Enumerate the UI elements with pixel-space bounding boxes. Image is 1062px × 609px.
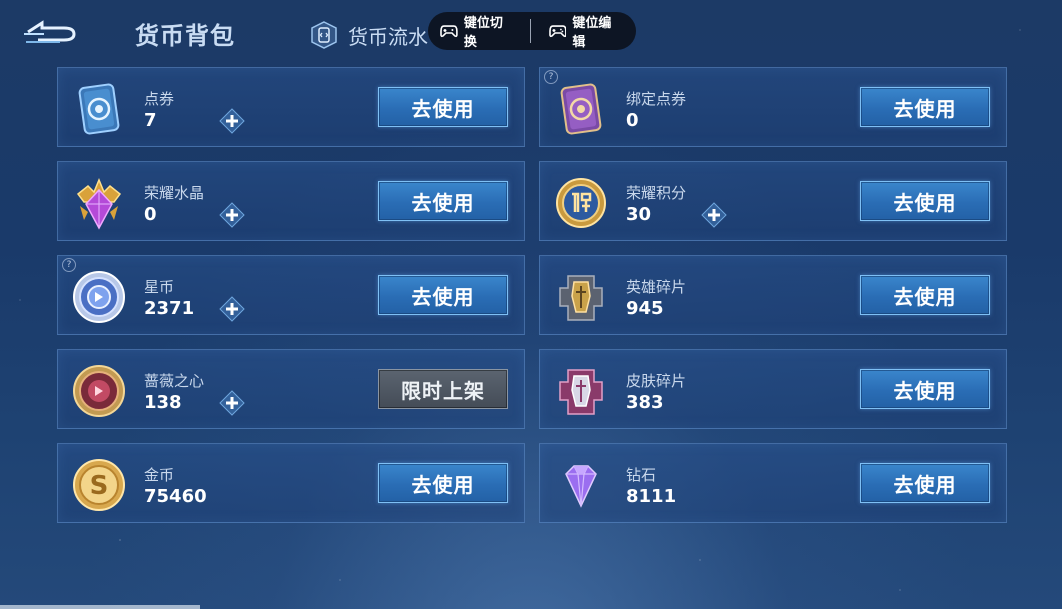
currency-amount: 8111 (626, 486, 677, 507)
add-star-coin-button[interactable] (218, 295, 246, 323)
use-glory-points-button[interactable]: 去使用 (860, 181, 990, 221)
skin-fragment-icon (550, 360, 612, 422)
plus-icon (219, 108, 245, 134)
use-diamond-button[interactable]: 去使用 (860, 463, 990, 503)
key-switch-label: 键位切换 (463, 16, 503, 50)
currency-name: 蔷薇之心 (144, 372, 205, 390)
use-skin-fragment-button[interactable]: 去使用 (860, 369, 990, 409)
currency-name: 星币 (144, 278, 175, 296)
currency-name: 荣耀水晶 (144, 184, 205, 202)
currency-card-rose-heart: 蔷薇之心 138 限时上架 (57, 349, 525, 429)
key-edit-label: 键位编辑 (572, 16, 612, 50)
currency-card-star-coin: ? 星币 2371 去使用 (57, 255, 525, 335)
key-mapping-overlay: 键位切换 键位编辑 (428, 12, 636, 50)
use-bound-coupon-button[interactable]: 去使用 (860, 87, 990, 127)
gamepad-edit-icon (548, 25, 567, 38)
currency-amount: 0 (144, 204, 157, 225)
currency-card-glory-crystal: 荣耀水晶 0 去使用 (57, 161, 525, 241)
currency-amount: 7 (144, 110, 157, 131)
currency-name: 点券 (144, 90, 175, 108)
currency-amount: 75460 (144, 486, 207, 507)
diamond-icon (550, 454, 612, 516)
coupon-card-icon (68, 78, 130, 140)
currency-name: 荣耀积分 (626, 184, 687, 202)
glory-points-icon (550, 172, 612, 234)
currency-card-gold-coin: S 金币 75460 去使用 (57, 443, 525, 523)
tab-currency-flow-label: 货币流水 (348, 24, 428, 49)
currency-amount: 945 (626, 298, 664, 319)
currency-amount: 138 (144, 392, 182, 413)
currency-amount: 383 (626, 392, 664, 413)
star-coin-icon (68, 266, 130, 328)
gamepad-switch-icon (440, 25, 458, 38)
currency-amount: 2371 (144, 298, 195, 319)
bottom-indicator-bar (0, 605, 200, 609)
currency-card-diamond: 钻石 8111 去使用 (539, 443, 1007, 523)
use-glory-crystal-button[interactable]: 去使用 (378, 181, 508, 221)
add-glory-crystal-button[interactable] (218, 201, 246, 229)
currency-name: 绑定点券 (626, 90, 687, 108)
rose-heart-icon (68, 360, 130, 422)
currency-name: 钻石 (626, 466, 657, 484)
page-title: 货币背包 (135, 22, 235, 50)
currency-card-skin-fragment: 皮肤碎片 383 去使用 (539, 349, 1007, 429)
currency-card-coupon: 点券 7 去使用 (57, 67, 525, 147)
add-glory-points-button[interactable] (700, 201, 728, 229)
back-button[interactable] (20, 16, 78, 50)
add-rose-heart-button[interactable] (218, 389, 246, 417)
currency-name: 皮肤碎片 (626, 372, 687, 390)
currency-amount: 30 (626, 204, 652, 225)
bound-coupon-card-icon (550, 78, 612, 140)
add-coupon-button[interactable] (218, 107, 246, 135)
currency-amount: 0 (626, 110, 639, 131)
glory-crystal-icon (68, 172, 130, 234)
use-star-coin-button[interactable]: 去使用 (378, 275, 508, 315)
key-edit-button[interactable]: 键位编辑 (548, 12, 625, 50)
currency-name: 金币 (144, 466, 175, 484)
limited-time-button[interactable]: 限时上架 (378, 369, 508, 409)
tab-currency-flow[interactable]: 货币流水 (310, 20, 428, 50)
plus-icon (219, 390, 245, 416)
overlay-divider (529, 19, 531, 43)
currency-name: 英雄碎片 (626, 278, 687, 296)
gold-coin-icon: S (68, 454, 130, 516)
use-coupon-button[interactable]: 去使用 (378, 87, 508, 127)
key-switch-button[interactable]: 键位切换 (440, 12, 516, 50)
use-gold-coin-button[interactable]: 去使用 (378, 463, 508, 503)
currency-card-hero-fragment: 英雄碎片 945 去使用 (539, 255, 1007, 335)
flow-record-icon (310, 21, 338, 49)
use-hero-fragment-button[interactable]: 去使用 (860, 275, 990, 315)
currency-card-bound-coupon: ? 绑定点券 0 去使用 (539, 67, 1007, 147)
hero-fragment-icon (550, 266, 612, 328)
plus-icon (219, 296, 245, 322)
plus-icon (701, 202, 727, 228)
back-arrow-icon (24, 20, 76, 43)
plus-icon (219, 202, 245, 228)
svg-text:S: S (90, 471, 109, 501)
currency-card-glory-points: 荣耀积分 30 去使用 (539, 161, 1007, 241)
